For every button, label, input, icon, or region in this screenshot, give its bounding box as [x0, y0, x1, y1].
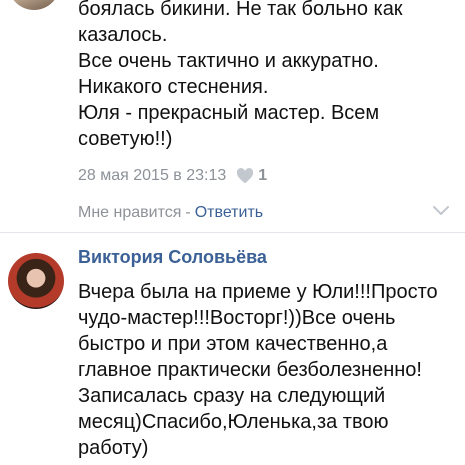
- like-count: 1: [258, 167, 268, 184]
- comment-2: Виктория Соловьёва Вчера была на приеме …: [0, 233, 465, 465]
- heart-icon[interactable]: [236, 168, 254, 184]
- separator: -: [185, 204, 191, 221]
- comment-text: Вчера была на приеме у Юли!!!Просто чудо…: [78, 281, 438, 459]
- comment-meta: 28 мая 2015 в 23:13 1: [78, 167, 267, 185]
- author-name[interactable]: Виктория Соловьёва: [78, 247, 267, 268]
- comment-text: боялась бикини. Не так больно как казало…: [78, 0, 403, 150]
- comment-actions: Мне нравится - Ответить: [78, 204, 263, 222]
- timestamp[interactable]: 28 мая 2015 в 23:13: [78, 167, 226, 185]
- avatar[interactable]: [8, 253, 64, 309]
- like-button[interactable]: Мне нравится: [78, 204, 181, 222]
- chevron-down-icon[interactable]: [433, 206, 449, 216]
- comment-1: боялась бикини. Не так больно как казало…: [0, 0, 465, 233]
- reply-button[interactable]: Ответить: [195, 204, 263, 222]
- avatar[interactable]: [8, 0, 60, 10]
